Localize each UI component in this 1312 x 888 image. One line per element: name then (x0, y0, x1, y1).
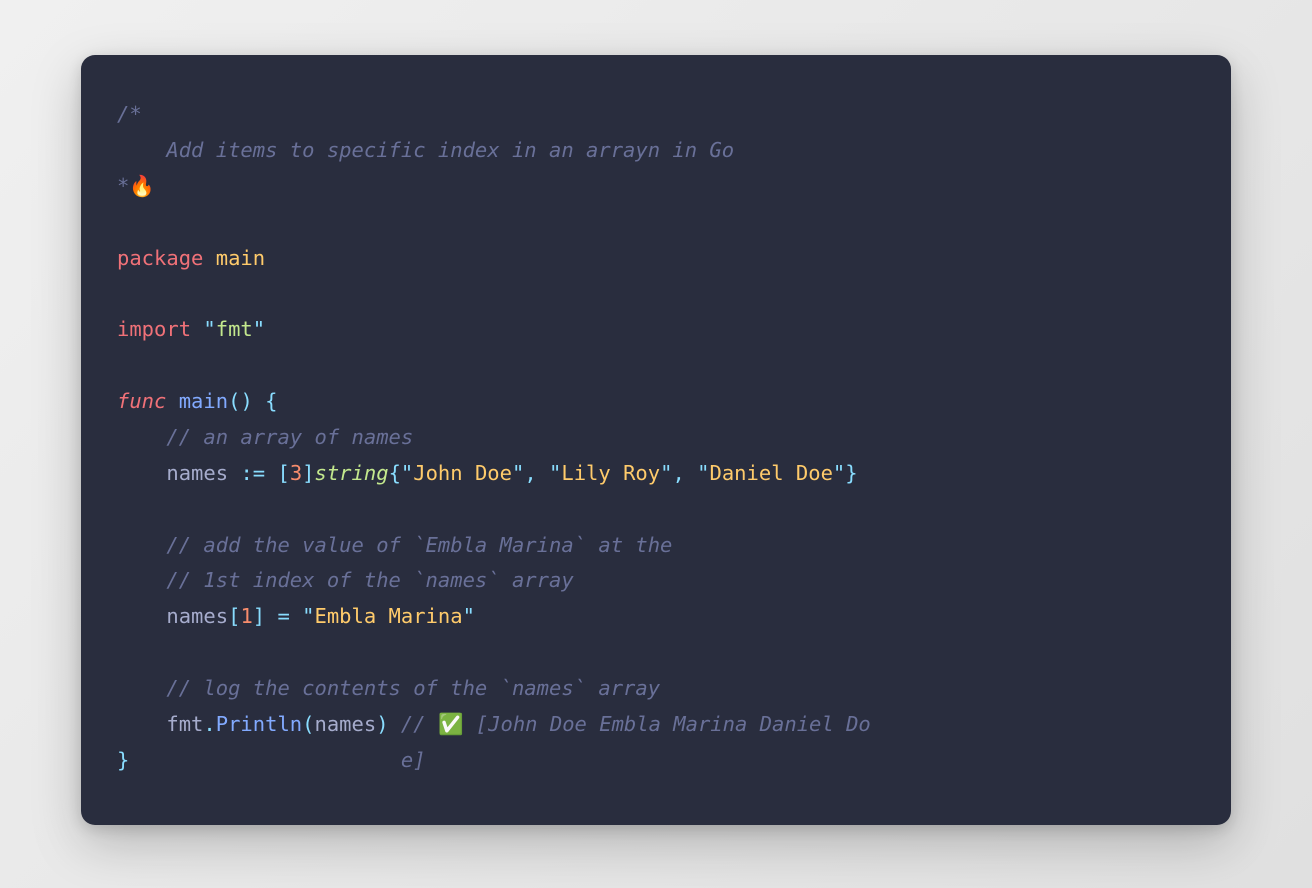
brace-close: } (845, 461, 857, 485)
bracket-open: [ (228, 604, 240, 628)
comment-block-close-prefix: * (117, 174, 129, 198)
string-literal-3: Daniel Doe (710, 461, 833, 485)
string-literal-1: John Doe (413, 461, 512, 485)
string-literal-2: Lily Roy (561, 461, 660, 485)
func-keyword: func (117, 389, 166, 413)
paren-open: ( (228, 389, 240, 413)
quote: " (697, 461, 709, 485)
string-type: string (315, 461, 389, 485)
paren-close: ) (376, 712, 388, 736)
comment-add-2: // 1st index of the `names` array (166, 568, 573, 592)
func-name: main (179, 389, 228, 413)
import-keyword: import (117, 317, 191, 341)
comment-array-decl: // an array of names (166, 425, 413, 449)
quote: " (253, 317, 265, 341)
package-name: main (216, 246, 265, 270)
check-emoji: ✅ (438, 712, 464, 736)
fire-emoji: 🔥 (129, 174, 155, 198)
quote: " (833, 461, 845, 485)
quote: " (512, 461, 524, 485)
quote: " (463, 604, 475, 628)
array-size: 3 (290, 461, 302, 485)
names-arg: names (315, 712, 377, 736)
package-keyword: package (117, 246, 203, 270)
dot: . (203, 712, 215, 736)
comment-result-wrap: e] (129, 748, 425, 772)
comment-block-line: Add items to specific index in an arrayn… (117, 138, 734, 162)
comment-result-prefix: // (401, 712, 438, 736)
quote: " (549, 461, 561, 485)
quote: " (203, 317, 215, 341)
paren-open: ( (302, 712, 314, 736)
quote: " (302, 604, 314, 628)
fmt-ident: fmt (166, 712, 203, 736)
code-snippet-container: /* Add items to specific index in an arr… (81, 55, 1231, 825)
brace-close: } (117, 748, 129, 772)
comment-add-1: // add the value of `Embla Marina` at th… (166, 533, 672, 557)
import-path: fmt (216, 317, 253, 341)
assign-op: = (277, 604, 289, 628)
bracket-close: ] (302, 461, 314, 485)
brace-open: { (389, 461, 401, 485)
brace-open: { (265, 389, 277, 413)
index-one: 1 (240, 604, 252, 628)
comment-block-open: /* (117, 102, 142, 126)
comma: , (672, 461, 684, 485)
paren-close: ) (240, 389, 252, 413)
names-ident: names (166, 461, 228, 485)
quote: " (660, 461, 672, 485)
bracket-close: ] (253, 604, 265, 628)
comment-log: // log the contents of the `names` array (166, 676, 660, 700)
names-ident: names (166, 604, 228, 628)
code-content: /* Add items to specific index in an arr… (117, 97, 1195, 779)
string-literal-4: Embla Marina (315, 604, 463, 628)
comma: , (524, 461, 536, 485)
bracket-open: [ (277, 461, 289, 485)
println-call: Println (216, 712, 302, 736)
quote: " (401, 461, 413, 485)
comment-result-body: [John Doe Embla Marina Daniel Do (463, 712, 870, 736)
walrus-op: := (240, 461, 265, 485)
